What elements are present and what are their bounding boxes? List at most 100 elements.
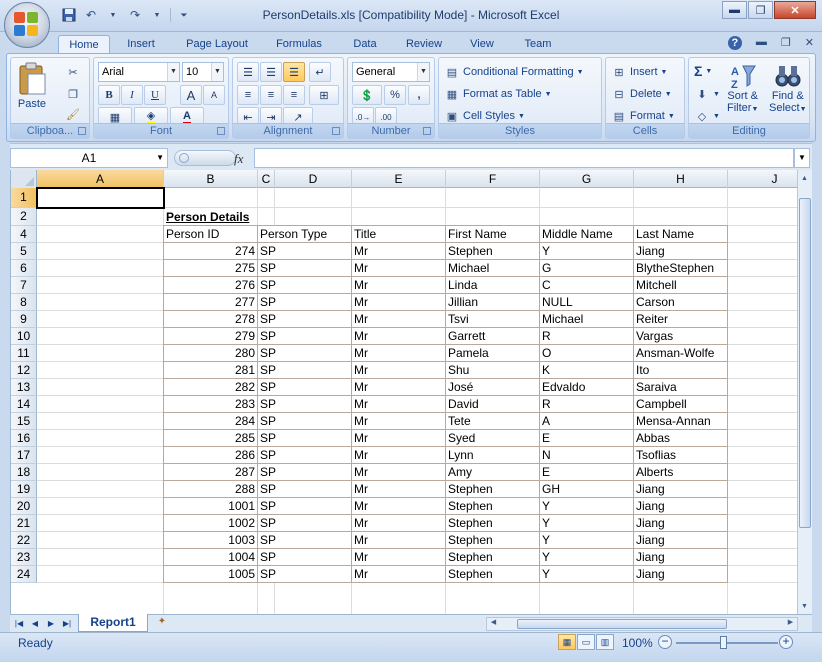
cut-icon[interactable]: ✂ xyxy=(65,64,81,80)
align-middle-button[interactable]: ☰ xyxy=(260,62,282,82)
row-header-1[interactable]: 1 xyxy=(11,188,37,208)
horizontal-scrollbar[interactable]: ◀ ▶ xyxy=(486,617,798,631)
font-dialog-launcher[interactable] xyxy=(217,127,225,135)
column-header-j[interactable]: J xyxy=(728,170,797,188)
sheet-tab-report1[interactable]: Report1 xyxy=(78,614,148,632)
column-header-c[interactable]: C xyxy=(258,170,275,188)
column-header-h[interactable]: H xyxy=(634,170,728,188)
formula-input[interactable] xyxy=(254,148,794,168)
cell-styles-button[interactable]: ▣ Cell Styles ▼ xyxy=(444,108,525,124)
zoom-slider-thumb[interactable] xyxy=(720,636,727,649)
row-header-21[interactable]: 21 xyxy=(11,515,37,532)
minimize-button[interactable]: ▬ xyxy=(722,1,747,19)
vertical-scroll-thumb[interactable] xyxy=(799,198,811,528)
autosum-button[interactable]: Σ ▼ xyxy=(694,63,712,79)
zoom-level[interactable]: 100% xyxy=(622,636,653,650)
page-break-preview-button[interactable]: ▥ xyxy=(596,634,614,650)
next-sheet-icon[interactable]: ▶ xyxy=(44,617,58,630)
row-header-24[interactable]: 24 xyxy=(11,566,37,583)
active-cell-a1[interactable] xyxy=(36,187,165,209)
grow-font-button[interactable]: A xyxy=(180,85,202,105)
scroll-right-icon[interactable]: ▶ xyxy=(784,617,797,629)
page-layout-view-button[interactable]: ▭ xyxy=(577,634,595,650)
copy-icon[interactable]: ❐ xyxy=(65,86,81,102)
normal-view-button[interactable]: ▦ xyxy=(558,634,576,650)
bold-button[interactable]: B xyxy=(98,85,120,105)
column-header-g[interactable]: G xyxy=(540,170,634,188)
comma-style-button[interactable]: , xyxy=(408,85,430,105)
merge-center-button[interactable]: ⊞ xyxy=(309,85,339,105)
tab-view[interactable]: View xyxy=(462,35,502,53)
insert-cells-button[interactable]: ⊞ Insert ▼ xyxy=(611,64,667,80)
row-header-7[interactable]: 7 xyxy=(11,277,37,294)
tab-review[interactable]: Review xyxy=(398,35,450,53)
shrink-font-button[interactable]: A xyxy=(203,85,225,105)
help-icon[interactable]: ? xyxy=(727,36,742,50)
format-as-table-button[interactable]: ▦ Format as Table ▼ xyxy=(444,86,552,102)
column-header-a[interactable]: A xyxy=(37,170,164,188)
row-header-5[interactable]: 5 xyxy=(11,243,37,260)
tab-formulas[interactable]: Formulas xyxy=(268,35,330,53)
scroll-up-icon[interactable]: ▲ xyxy=(798,172,811,186)
align-top-button[interactable]: ☰ xyxy=(237,62,259,82)
row-header-19[interactable]: 19 xyxy=(11,481,37,498)
row-header-20[interactable]: 20 xyxy=(11,498,37,515)
workbook-restore-button[interactable]: ❐ xyxy=(781,36,791,50)
column-header-d[interactable]: D xyxy=(275,170,352,188)
align-right-button[interactable]: ≡ xyxy=(283,85,305,105)
delete-cells-button[interactable]: ⊟ Delete ▼ xyxy=(611,86,671,102)
underline-button[interactable]: U xyxy=(144,85,166,105)
zoom-slider-track[interactable] xyxy=(676,642,778,644)
number-dialog-launcher[interactable] xyxy=(423,127,431,135)
tab-insert[interactable]: Insert xyxy=(118,35,164,53)
prev-sheet-icon[interactable]: ◀ xyxy=(28,617,42,630)
office-button[interactable] xyxy=(4,2,50,48)
font-size-combo[interactable]: 10 ▼ xyxy=(182,62,224,82)
wrap-text-button[interactable]: ↵ xyxy=(309,62,331,82)
workbook-close-button[interactable]: ✕ xyxy=(805,36,814,50)
select-all-button[interactable] xyxy=(11,170,37,188)
align-center-button[interactable]: ≡ xyxy=(260,85,282,105)
row-header-6[interactable]: 6 xyxy=(11,260,37,277)
number-format-combo[interactable]: General ▼ xyxy=(352,62,430,82)
percent-style-button[interactable]: % xyxy=(384,85,406,105)
insert-worksheet-icon[interactable]: ✦ xyxy=(150,616,174,631)
row-header-13[interactable]: 13 xyxy=(11,379,37,396)
expand-formula-bar-button[interactable]: ▼ xyxy=(794,148,810,168)
column-header-f[interactable]: F xyxy=(446,170,540,188)
row-header-23[interactable]: 23 xyxy=(11,549,37,566)
format-painter-icon[interactable]: 🖌 xyxy=(65,106,81,122)
row-header-12[interactable]: 12 xyxy=(11,362,37,379)
align-left-button[interactable]: ≡ xyxy=(237,85,259,105)
column-header-e[interactable]: E xyxy=(352,170,446,188)
first-sheet-icon[interactable]: |◀ xyxy=(12,617,26,630)
row-header-8[interactable]: 8 xyxy=(11,294,37,311)
column-header-b[interactable]: B xyxy=(164,170,258,188)
row-header-18[interactable]: 18 xyxy=(11,464,37,481)
row-header-2[interactable]: 2 xyxy=(11,208,37,226)
row-header-16[interactable]: 16 xyxy=(11,430,37,447)
conditional-formatting-button[interactable]: ▤ Conditional Formatting ▼ xyxy=(444,64,584,80)
tab-home[interactable]: Home xyxy=(58,35,110,53)
horizontal-scroll-thumb[interactable] xyxy=(517,619,727,629)
accounting-format-button[interactable]: 💲 xyxy=(352,85,382,105)
row-header-10[interactable]: 10 xyxy=(11,328,37,345)
row-header-22[interactable]: 22 xyxy=(11,532,37,549)
row-header-17[interactable]: 17 xyxy=(11,447,37,464)
last-sheet-icon[interactable]: ▶| xyxy=(60,617,74,630)
italic-button[interactable]: I xyxy=(121,85,143,105)
font-name-combo[interactable]: Arial ▼ xyxy=(98,62,180,82)
fill-button[interactable]: ⬇ ▼ xyxy=(694,86,720,102)
tab-page-layout[interactable]: Page Layout xyxy=(178,35,256,53)
row-header-4[interactable]: 4 xyxy=(11,226,37,243)
alignment-dialog-launcher[interactable] xyxy=(332,127,340,135)
close-button[interactable]: ✕ xyxy=(774,1,816,19)
name-box[interactable]: A1 ▼ xyxy=(10,148,168,168)
paste-button[interactable]: Paste xyxy=(17,62,47,110)
zoom-in-button[interactable]: + xyxy=(779,635,793,649)
zoom-out-button[interactable]: − xyxy=(658,635,672,649)
sort-filter-button[interactable]: AZ Sort & Filter▼ xyxy=(727,62,758,116)
row-header-9[interactable]: 9 xyxy=(11,311,37,328)
workbook-minimize-button[interactable]: ▬ xyxy=(756,36,767,50)
find-select-button[interactable]: Find & Select▼ xyxy=(769,62,807,116)
